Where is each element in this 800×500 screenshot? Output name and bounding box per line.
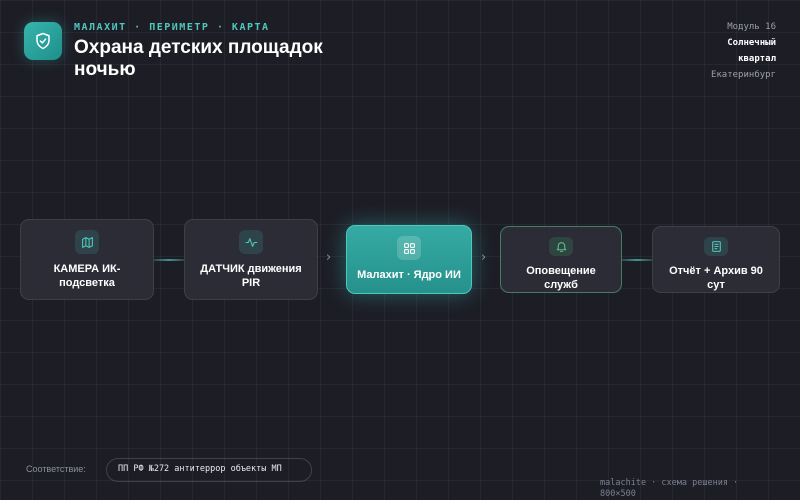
node-pir-sensor[interactable]: ДАТЧИК движения PIR bbox=[184, 219, 318, 300]
page-title: Охрана детских площадок ночью bbox=[74, 37, 323, 80]
meta-city: Екатеринбург bbox=[710, 70, 776, 80]
node-label: Оповещение служб bbox=[526, 265, 596, 291]
logo-badge bbox=[24, 22, 62, 60]
compliance-badge: ПП РФ №272 антитеррор объекты МП bbox=[106, 458, 312, 482]
node-ir-camera[interactable]: КАМЕРА ИК-подсветка bbox=[20, 219, 154, 300]
node-label: КАМЕРА ИК-подсветка bbox=[53, 263, 121, 289]
node-notification[interactable]: Оповещение служб bbox=[500, 226, 622, 293]
bell-icon bbox=[549, 237, 573, 256]
map-icon bbox=[75, 230, 99, 254]
meta-info: Модуль 16 Солнечный квартал Екатеринбург bbox=[711, 19, 776, 83]
footer-caption: malachite · схема решения · 800×500 bbox=[600, 478, 790, 500]
meta-district-line1: Солнечный bbox=[727, 38, 776, 48]
footer-line1: malachite · схема решения · bbox=[600, 478, 739, 488]
connector-1-2 bbox=[154, 259, 184, 261]
node-label: Отчёт + Архив 90 сут bbox=[669, 265, 763, 291]
header-kicker: МАЛАХИТ · ПЕРИМЕТР · КАРТА bbox=[74, 22, 270, 33]
chevron-right-icon: › bbox=[326, 250, 332, 265]
footer-line2: 800×500 bbox=[600, 489, 636, 499]
connector-4-5 bbox=[622, 259, 652, 261]
node-label: Малахит · Ядро ИИ bbox=[357, 269, 461, 281]
node-label: ДАТЧИК движения PIR bbox=[200, 263, 302, 289]
node-ai-core[interactable]: Малахит · Ядро ИИ bbox=[346, 225, 472, 294]
shield-check-icon bbox=[36, 32, 50, 50]
document-icon bbox=[704, 237, 728, 256]
meta-district-line2: квартал bbox=[738, 54, 776, 64]
activity-icon bbox=[239, 230, 263, 254]
meta-module: Модуль 16 bbox=[727, 22, 776, 32]
grid-icon bbox=[397, 236, 421, 260]
chevron-right-icon: › bbox=[481, 250, 487, 265]
compliance-label: Соответствие: bbox=[26, 464, 86, 474]
node-report-archive[interactable]: Отчёт + Архив 90 сут bbox=[652, 226, 780, 293]
